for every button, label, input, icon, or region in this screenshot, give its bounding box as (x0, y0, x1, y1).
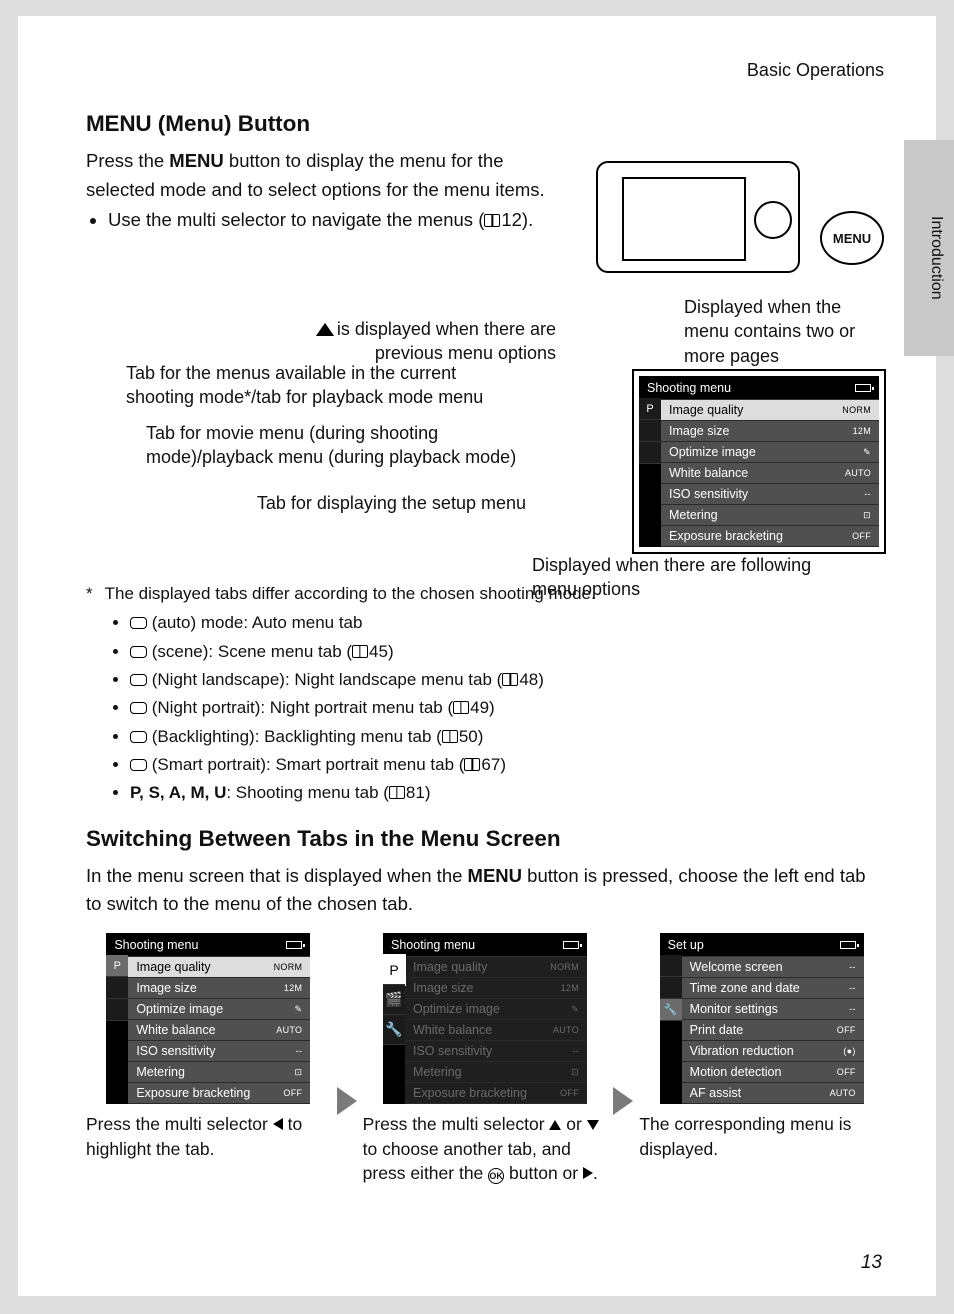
mode-icon (130, 731, 147, 743)
menu-tabs: P (106, 955, 128, 1104)
mode-note-item: P, S, A, M, U: Shooting menu tab (81) (130, 779, 884, 807)
section-tab-label: Introduction (927, 216, 945, 300)
menu-item: Motion detectionOFF (682, 1062, 864, 1083)
mode-icon (130, 759, 147, 771)
mode-note-item: (scene): Scene menu tab (45) (130, 638, 884, 666)
mode-note-item: (auto) mode: Auto menu tab (130, 609, 884, 637)
annotation-tab1: Tab for the menus available in the curre… (126, 361, 521, 410)
down-arrow-icon (587, 1120, 599, 1130)
menu-screen-example: Shooting menu P Image qualityNORMImage s… (634, 371, 884, 552)
subheading: Switching Between Tabs in the Menu Scree… (86, 826, 884, 852)
menu-item: Metering⊡ (128, 1062, 310, 1083)
book-icon (484, 214, 500, 227)
book-icon (389, 786, 405, 799)
menu-item: Optimize image✎ (405, 999, 587, 1020)
left-arrow-icon (273, 1118, 283, 1130)
annotation-tab2: Tab for movie menu (during shooting mode… (146, 421, 546, 470)
ok-button-icon: OK (488, 1168, 504, 1184)
mode-note-item: (Night portrait): Night portrait menu ta… (130, 694, 884, 722)
menu-item: ISO sensitivity-- (128, 1041, 310, 1062)
menu-item: Time zone and date-- (682, 978, 864, 999)
book-icon (352, 645, 368, 658)
annotation-multipage: Displayed when the menu contains two or … (684, 295, 884, 368)
step3-screen: Set up 🔧 Welcome screen--Time zone and d… (660, 933, 864, 1104)
right-arrow-icon (583, 1167, 593, 1179)
up-arrow-icon (549, 1120, 561, 1130)
annotation-prev-page: is displayed when there are previous men… (266, 317, 556, 366)
menu-item: Image size12M (128, 978, 310, 999)
menu-tabs-highlighted: P🎬🔧 (383, 955, 405, 1104)
camera-diagram: MENU (584, 147, 884, 297)
menu-item: AF assistAUTO (682, 1083, 864, 1104)
book-icon (453, 701, 469, 714)
menu-item: Monitor settings-- (682, 999, 864, 1020)
section-header: Basic Operations (86, 60, 884, 81)
menu-item: Welcome screen-- (682, 957, 864, 978)
mode-icon (130, 617, 147, 629)
intro-bullet: Use the multi selector to navigate the m… (108, 206, 568, 235)
page-number: 13 (861, 1252, 882, 1274)
mode-note-item: (Backlighting): Backlighting menu tab (5… (130, 723, 884, 751)
mode-icon (130, 646, 147, 658)
battery-icon (855, 384, 871, 392)
step3-caption: The corresponding menu is displayed. (639, 1112, 884, 1161)
step2-caption: Press the multi selector or to choose an… (363, 1112, 608, 1186)
menu-item: Metering⊡ (405, 1062, 587, 1083)
menu-item: Image size12M (405, 978, 587, 999)
mode-icon (130, 702, 147, 714)
book-icon (464, 758, 480, 771)
menu-item: Image size12M (661, 421, 879, 442)
flow-arrow-icon (337, 1087, 357, 1115)
menu-tabs: 🔧 (660, 955, 682, 1104)
menu-item: Exposure bracketingOFF (128, 1083, 310, 1104)
step1-caption: Press the multi selector to highlight th… (86, 1112, 331, 1161)
menu-tabs: P (639, 398, 661, 547)
menu-title: Shooting menu (647, 381, 731, 395)
step2-screen: Shooting menu P🎬🔧 Image qualityNORMImage… (383, 933, 587, 1104)
menu-item: ISO sensitivity-- (405, 1041, 587, 1062)
intro-paragraph: Press the MENU button to display the men… (86, 147, 568, 204)
flow-arrow-icon (613, 1087, 633, 1115)
book-icon (442, 730, 458, 743)
up-triangle-icon (318, 325, 332, 335)
menu-item: Vibration reduction(●) (682, 1041, 864, 1062)
menu-item: White balanceAUTO (405, 1020, 587, 1041)
menu-item: Exposure bracketingOFF (661, 526, 879, 547)
menu-item: Metering⊡ (661, 505, 879, 526)
mode-icon (130, 674, 147, 686)
menu-item: Print dateOFF (682, 1020, 864, 1041)
mode-note-item: (Night landscape): Night landscape menu … (130, 666, 884, 694)
menu-item: Optimize image✎ (661, 442, 879, 463)
menu-item: White balanceAUTO (128, 1020, 310, 1041)
menu-button-callout: MENU (820, 211, 884, 265)
page-title: MENU (Menu) Button (86, 111, 884, 137)
mode-note-item: (Smart portrait): Smart portrait menu ta… (130, 751, 884, 779)
menu-item: White balanceAUTO (661, 463, 879, 484)
step1-screen: Shooting menu P Image qualityNORMImage s… (106, 933, 310, 1104)
book-icon (502, 673, 518, 686)
annotation-tab3: Tab for displaying the setup menu (206, 491, 526, 515)
annotation-next-page: Displayed when there are following menu … (532, 553, 852, 602)
menu-item: Exposure bracketingOFF (405, 1083, 587, 1104)
subheading-paragraph: In the menu screen that is displayed whe… (86, 862, 884, 919)
menu-item: Image qualityNORM (661, 400, 879, 421)
menu-item: Image qualityNORM (128, 957, 310, 978)
menu-item: Optimize image✎ (128, 999, 310, 1020)
menu-item: ISO sensitivity-- (661, 484, 879, 505)
menu-item: Image qualityNORM (405, 957, 587, 978)
